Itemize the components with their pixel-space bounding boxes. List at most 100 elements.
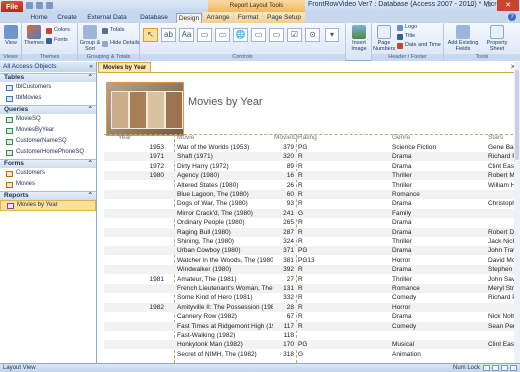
tab-page-setup[interactable]: Page Setup (263, 12, 305, 23)
select-pointer-icon[interactable]: ↖ (143, 28, 158, 42)
hide-details-button[interactable]: Hide Details (102, 40, 140, 47)
report-row[interactable]: Fast Times at Ridgemont High (1982) 117 R C… (104, 321, 518, 331)
tab-arrange[interactable]: Arrange (203, 12, 233, 23)
themes-button[interactable]: Themes (24, 25, 44, 46)
scrollbar-thumb[interactable] (515, 70, 519, 160)
nav-item[interactable]: Movies (0, 179, 96, 190)
collapse-icon[interactable]: ⌃ (88, 192, 93, 200)
layout-view-icon[interactable] (501, 365, 508, 371)
collapse-icon[interactable]: ⌃ (88, 74, 93, 82)
nav-section-header[interactable]: Queries ⌃ (0, 105, 96, 114)
column-header-stars[interactable]: Stars (488, 134, 503, 141)
nav-item[interactable]: Customers (0, 168, 96, 179)
option-button-icon[interactable]: ⊙ (305, 28, 320, 42)
view-button[interactable]: View (2, 25, 20, 46)
report-row[interactable]: Altered States (1980) 26 R Thriller William … (104, 181, 518, 190)
column-header-movieid[interactable]: MovieID (274, 134, 298, 141)
page-numbers-button[interactable]: Page Numbers (373, 25, 395, 52)
report-row[interactable]: Ordinary People (1980) 265 R Drama (104, 218, 518, 227)
report-header-image[interactable] (106, 82, 184, 136)
logo-button[interactable]: Logo (397, 24, 417, 31)
report-row[interactable]: Honkytonk Man (1982) 170 PG Musical Clint Ea… (104, 340, 518, 350)
cell-id: 265 (283, 219, 294, 227)
text-box-icon[interactable]: ab (161, 28, 176, 42)
redo-icon[interactable] (46, 2, 53, 9)
report-row[interactable]: Urban Cowboy (1980)371PGDramaJohn Travol… (104, 246, 518, 256)
insert-image-button[interactable]: Insert Image (348, 25, 370, 52)
help-icon[interactable]: ? (508, 13, 516, 21)
report-title[interactable]: Movies by Year (188, 96, 263, 108)
maximize-button[interactable]: □ (480, 0, 497, 11)
hyperlink-icon[interactable]: 🌐 (233, 28, 248, 42)
tab-control-icon[interactable]: ▭ (215, 28, 230, 42)
report-row[interactable]: Raging Bull (1980)287RDramaRobert De Nir… (104, 227, 518, 237)
report-row[interactable]: Windwalker (1980)392RDramaStephen Macht (104, 265, 518, 275)
report-row[interactable]: 1982 Amityville II: The Possession (1982)… (104, 302, 518, 312)
report-row[interactable]: Cannery Row (1982) 67 R Drama Nick Nolte (104, 312, 518, 321)
combo-box-icon[interactable]: ▭ (269, 28, 284, 42)
totals-button[interactable]: Totals (102, 27, 124, 34)
report-row[interactable]: Some Kind of Hero (1981) 332 R Comedy Richar… (104, 293, 518, 302)
report-row[interactable]: Watcher in the Woods, The (1980) 381 PG13 H… (104, 256, 518, 265)
print-preview-icon[interactable] (492, 365, 499, 371)
tab-design[interactable]: Design (176, 13, 202, 23)
tab-database-tools[interactable]: Database Tools (132, 12, 176, 32)
report-row[interactable]: 1972 Dirty Harry (1972) 89 R Drama Clint East… (104, 162, 518, 171)
report-row[interactable]: 1980Agency (1980)16RThrillerRobert Mitch… (104, 171, 518, 181)
report-document-tab[interactable]: Movies by Year (98, 62, 152, 72)
report-row[interactable]: French Lieutenant's Woman, The (1981) 131… (104, 284, 518, 293)
tab-home[interactable]: Home (27, 12, 51, 23)
checkbox-icon[interactable]: ☑ (287, 28, 302, 42)
report-row[interactable]: Fast-Walking (1982) 118 (104, 331, 518, 340)
report-row[interactable]: 1971Shaft (1971)320RDramaRichard Roundtr… (104, 152, 518, 162)
more-controls-icon[interactable]: ▾ (325, 28, 339, 42)
nav-pane-header[interactable]: All Access Objects « (0, 62, 96, 72)
close-window-button[interactable]: ✕ (497, 0, 519, 11)
tab-create[interactable]: Create (54, 12, 80, 23)
group-sort-button[interactable]: Group & Sort (79, 25, 101, 52)
colors-button[interactable]: Colors (46, 27, 70, 34)
nav-section-header[interactable]: Reports ⌃ (0, 191, 96, 200)
nav-item[interactable]: Movies by Year (0, 200, 96, 211)
nav-item[interactable]: MoviesByYear (0, 125, 96, 136)
column-header-year[interactable]: Year (118, 134, 131, 141)
collapse-icon[interactable]: ⌃ (88, 106, 93, 114)
nav-item[interactable]: tblMovies (0, 93, 96, 104)
label-icon[interactable]: Aa (179, 28, 194, 42)
undo-icon[interactable] (36, 2, 43, 9)
nav-section-header[interactable]: Forms ⌃ (0, 159, 96, 168)
tab-external-data[interactable]: External Data (84, 12, 130, 23)
cell-id: 170 (283, 341, 294, 349)
report-view-icon[interactable] (483, 365, 490, 371)
nav-section-header[interactable]: Tables ⌃ (0, 73, 96, 82)
column-header-genre[interactable]: Genre (392, 134, 410, 141)
design-view-icon[interactable] (510, 365, 517, 371)
report-row[interactable]: Blue Lagoon, The (1980) 60 R Romance (104, 190, 518, 199)
button-control-icon[interactable]: ▭ (197, 28, 212, 42)
report-row[interactable]: Dogs of War, The (1980)93RDramaChristoph… (104, 199, 518, 208)
tab-format[interactable]: Format (234, 12, 262, 23)
report-row[interactable]: Shining, The (1980) 324 R Thriller Jack Nich… (104, 237, 518, 246)
shutter-bar-icon[interactable]: « (89, 62, 93, 72)
column-header-rating[interactable]: Rating (298, 134, 317, 141)
report-row[interactable]: 1953 War of the Worlds (1953) 379 PG Science… (104, 143, 518, 152)
column-header-movie[interactable]: Movie (177, 134, 194, 141)
nav-item[interactable]: CustomerNameSQ (0, 136, 96, 147)
report-row[interactable]: Mirror Crack'd, The (1980) 241 G Family (104, 208, 518, 218)
nav-item[interactable]: CustomerHomePhoneSQ (0, 147, 96, 158)
report-row[interactable]: 1981 Amateur, The (1981) 27 R Thriller John S… (104, 275, 518, 284)
nav-item[interactable]: MovieSQ (0, 114, 96, 125)
title-button[interactable]: Title (397, 33, 415, 40)
minimize-button[interactable]: – (463, 0, 480, 11)
navigation-control-icon[interactable]: ▭ (251, 28, 266, 42)
property-sheet-button[interactable]: Property Sheet (482, 25, 512, 52)
collapse-icon[interactable]: ⌃ (88, 160, 93, 168)
vertical-scrollbar[interactable] (514, 62, 520, 363)
save-icon[interactable] (26, 2, 33, 9)
add-existing-fields-button[interactable]: Add Existing Fields (446, 25, 480, 52)
date-time-button[interactable]: Date and Time (397, 42, 441, 49)
hide-details-label: Hide Details (110, 40, 140, 46)
nav-item[interactable]: tblCustomers (0, 82, 96, 93)
report-row[interactable]: Secret of NIMH, The (1982) 318 G Animation (104, 350, 518, 359)
fonts-button[interactable]: Fonts (46, 37, 68, 44)
